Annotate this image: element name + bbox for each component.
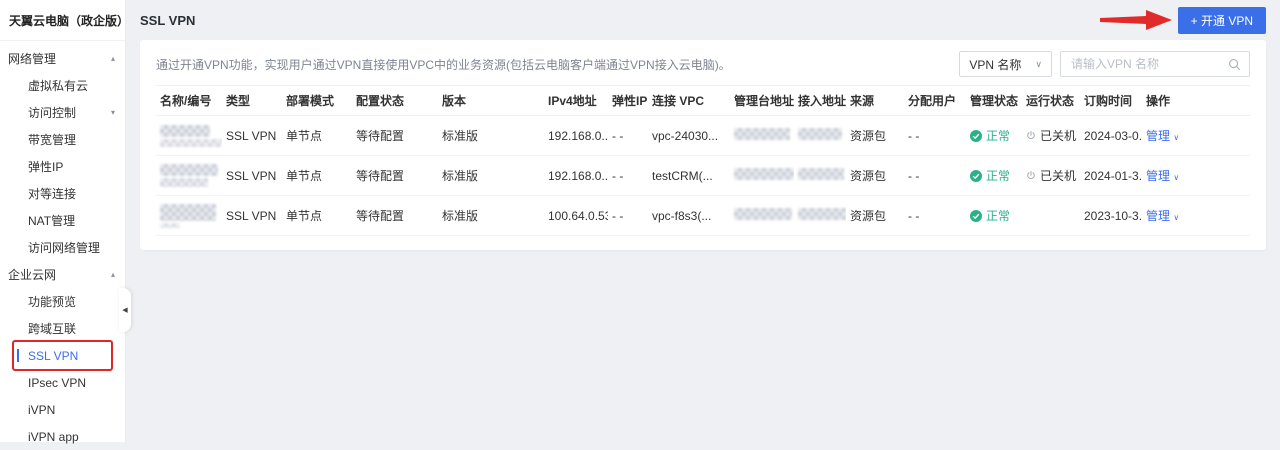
sidebar-item-nat[interactable]: NAT管理 (0, 207, 125, 234)
search-icon[interactable] (1228, 58, 1241, 71)
mgmt-status-badge: 正常 (970, 167, 1018, 184)
col-eip: 弹性IP (608, 85, 648, 116)
search-box (1060, 51, 1250, 77)
col-version: 版本 (438, 85, 544, 116)
power-icon (1027, 170, 1035, 180)
col-ipv4: IPv4地址 (544, 85, 608, 116)
check-circle-icon (970, 129, 982, 142)
search-input[interactable] (1069, 56, 1228, 72)
redacted-name (160, 124, 222, 147)
filter-field-select[interactable]: VPN 名称 ∨ (959, 51, 1052, 77)
vpn-table: 名称/编号 类型 部署模式 配置状态 版本 IPv4地址 弹性IP 连接 VPC… (156, 85, 1250, 236)
ssl-vpn-card: 通过开通VPN功能，实现用户通过VPN直接使用VPC中的业务资源(包括云电脑客户… (140, 40, 1266, 250)
mgmt-status-badge: 正常 (970, 127, 1018, 144)
chevron-down-icon: ∨ (1173, 213, 1180, 222)
sidebar-item-access-control[interactable]: 访问控制 ▾ (0, 99, 125, 126)
sidebar-item-ivpn-app[interactable]: iVPN app (0, 423, 125, 450)
redacted-access-address (798, 128, 842, 140)
table-header-row: 名称/编号 类型 部署模式 配置状态 版本 IPv4地址 弹性IP 连接 VPC… (156, 85, 1250, 116)
redacted-console-address (734, 208, 792, 220)
redacted-access-address (798, 208, 846, 220)
col-deploy-mode: 部署模式 (282, 85, 352, 116)
app-window: 天翼云电脑（政企版） 网络管理 ▴ 虚拟私有云 访问控制 ▾ 带宽管理 弹性IP… (0, 0, 1280, 444)
caret-down-icon: ▾ (110, 108, 115, 117)
check-circle-icon (970, 209, 982, 222)
redacted-name (160, 164, 218, 187)
col-assigned-user: 分配用户 (904, 85, 966, 116)
sidebar-item-bandwidth[interactable]: 带宽管理 (0, 126, 125, 153)
chevron-down-icon: ∨ (1173, 173, 1180, 182)
run-status: 已关机 (1026, 127, 1076, 144)
sidebar-item-ivpn[interactable]: iVPN (0, 396, 125, 423)
power-icon (1027, 130, 1035, 140)
col-run-status: 运行状态 (1022, 85, 1080, 116)
run-status: 已关机 (1026, 167, 1076, 184)
sidebar-item-ssl-vpn[interactable]: SSL VPN (0, 340, 125, 371)
redacted-console-address (734, 128, 790, 140)
sidebar-group-label: 企业云网 (8, 268, 57, 282)
col-access-addr: 接入地址 (794, 85, 846, 116)
col-order-time: 订购时间 (1080, 85, 1142, 116)
col-vpc: 连接 VPC (648, 85, 730, 116)
redacted-access-address (798, 168, 844, 180)
sidebar-item-peering[interactable]: 对等连接 (0, 180, 125, 207)
col-actions: 操作 (1142, 85, 1250, 116)
redacted-console-address (734, 168, 794, 180)
redacted-name (160, 203, 218, 228)
sidebar-group-enterprise-cloud-net[interactable]: 企业云网 ▴ (0, 261, 125, 288)
mgmt-status-badge: 正常 (970, 207, 1018, 224)
col-source: 来源 (846, 85, 904, 116)
sidebar-group-network-mgmt[interactable]: 网络管理 ▴ (0, 45, 125, 72)
sidebar-item-access-network[interactable]: 访问网络管理 (0, 234, 125, 261)
active-indicator-bar (17, 349, 19, 362)
caret-up-icon: ▴ (110, 270, 115, 279)
app-title: 天翼云电脑（政企版） (0, 0, 129, 41)
sidebar-item-cross-domain[interactable]: 跨域互联 (0, 315, 125, 342)
main-content: SSL VPN + 开通 VPN 通过开通VPN功能，实现用户通过VPN直接使用… (126, 0, 1280, 442)
table-row: SSL VPN 单节点 等待配置 标准版 192.168.0... - - vp… (156, 115, 1250, 156)
red-arrow-annotation (1099, 10, 1172, 30)
col-config-status: 配置状态 (352, 85, 438, 116)
check-circle-icon (970, 169, 982, 182)
open-vpn-button[interactable]: + 开通 VPN (1177, 6, 1266, 34)
sidebar-item-vpc[interactable]: 虚拟私有云 (0, 72, 125, 99)
col-name: 名称/编号 (156, 85, 222, 116)
sidebar-item-ipsec-vpn[interactable]: IPsec VPN (0, 369, 125, 396)
manage-action-link[interactable]: 管理 ∨ (1146, 129, 1179, 143)
sidebar-group-label: 网络管理 (8, 52, 57, 66)
sidebar-item-eip[interactable]: 弹性IP (0, 153, 125, 180)
sidebar-collapse-handle[interactable]: ◀ (119, 288, 131, 332)
chevron-down-icon: ∨ (1173, 133, 1180, 142)
sidebar-nav: 网络管理 ▴ 虚拟私有云 访问控制 ▾ 带宽管理 弹性IP 对等连接 NAT管理… (0, 41, 125, 450)
collapse-left-icon: ◀ (122, 307, 128, 314)
sidebar: 天翼云电脑（政企版） 网络管理 ▴ 虚拟私有云 访问控制 ▾ 带宽管理 弹性IP… (0, 0, 131, 444)
caret-up-icon: ▴ (110, 54, 115, 63)
sidebar-item-feature-preview[interactable]: 功能预览 (0, 288, 125, 315)
table-row: SSL VPN 单节点 等待配置 标准版 192.168.0... - - te… (156, 155, 1250, 196)
col-type: 类型 (222, 85, 282, 116)
manage-action-link[interactable]: 管理 ∨ (1146, 169, 1179, 183)
table-row: SSL VPN 单节点 等待配置 标准版 100.64.0.53 - - vpc… (156, 195, 1250, 236)
col-mgmt-status: 管理状态 (966, 85, 1022, 116)
manage-action-link[interactable]: 管理 ∨ (1146, 209, 1179, 223)
feature-description: 通过开通VPN功能，实现用户通过VPN直接使用VPC中的业务资源(包括云电脑客户… (156, 57, 731, 72)
page-title: SSL VPN (140, 12, 196, 28)
chevron-down-icon: ∨ (1035, 58, 1042, 69)
col-console-addr: 管理台地址 (730, 85, 794, 116)
